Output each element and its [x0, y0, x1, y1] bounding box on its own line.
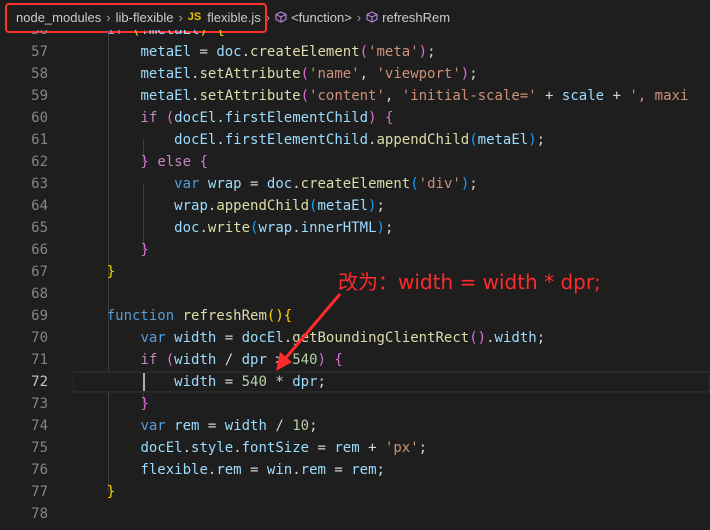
breadcrumb-folder-node-modules[interactable]: node_modules	[16, 10, 101, 25]
line-number: 70	[31, 330, 48, 346]
line-number: 57	[31, 44, 48, 60]
code-line[interactable]: 56 if (!metaEl) {	[0, 30, 710, 41]
line-number: 58	[31, 66, 48, 82]
code-line[interactable]: 77 }	[0, 481, 710, 503]
code-line[interactable]: 69 function refreshRem(){	[0, 305, 710, 327]
code-line[interactable]: 63 var wrap = doc.createElement('div');	[0, 173, 710, 195]
line-number: 73	[31, 396, 48, 412]
code-line[interactable]: 64 wrap.appendChild(metaEl);	[0, 195, 710, 217]
chevron-right-icon: ›	[178, 9, 183, 25]
line-number: 71	[31, 352, 48, 368]
code-line[interactable]: 71 if (width / dpr > 540) {	[0, 349, 710, 371]
breadcrumb-scope-refreshrem[interactable]: refreshRem	[366, 10, 450, 25]
code-text: var rem = width / 10;	[140, 418, 318, 434]
code-line[interactable]: 65 doc.write(wrap.innerHTML);	[0, 217, 710, 239]
line-number: 66	[31, 242, 48, 258]
code-text: }	[140, 396, 149, 412]
code-line[interactable]: 61 docEl.firstElementChild.appendChild(m…	[0, 129, 710, 151]
code-text: metaEl.setAttribute('name', 'viewport');	[140, 66, 478, 82]
line-number: 67	[31, 264, 48, 280]
code-line[interactable]: 59 metaEl.setAttribute('content', 'initi…	[0, 85, 710, 107]
line-number: 59	[31, 88, 48, 104]
javascript-file-icon: JS	[187, 11, 202, 23]
line-number: 72	[31, 374, 48, 390]
code-line[interactable]: 75 docEl.style.fontSize = rem + 'px';	[0, 437, 710, 459]
code-text: doc.write(wrap.innerHTML);	[174, 220, 394, 236]
code-text: }	[106, 264, 116, 280]
chevron-right-icon: ›	[106, 9, 111, 25]
code-text: wrap.appendChild(metaEl);	[174, 198, 385, 214]
code-text: metaEl = doc.createElement('meta');	[140, 44, 436, 60]
symbol-method-icon	[366, 11, 378, 23]
line-number: 64	[31, 198, 48, 214]
line-number: 76	[31, 462, 48, 478]
line-number: 56	[31, 30, 48, 38]
line-number: 63	[31, 176, 48, 192]
breadcrumb-folder-lib-flexible[interactable]: lib-flexible	[116, 10, 174, 25]
breadcrumb-scope-refreshrem-label: refreshRem	[382, 9, 451, 25]
code-text: width = 540 * dpr;	[174, 374, 326, 390]
code-text: }	[140, 242, 149, 258]
code-text: if (width / dpr > 540) {	[140, 352, 343, 368]
code-line[interactable]: 76 flexible.rem = win.rem = rem;	[0, 459, 710, 481]
line-number: 68	[31, 286, 48, 302]
code-text: flexible.rem = win.rem = rem;	[140, 462, 385, 478]
breadcrumb-scope-function[interactable]: <function>	[275, 10, 352, 25]
breadcrumb: node_modules › lib-flexible › JS flexibl…	[0, 0, 710, 34]
code-text: }	[106, 484, 116, 500]
line-number: 75	[31, 440, 48, 456]
code-text: if (docEl.firstElementChild) {	[140, 110, 394, 126]
code-line[interactable]: 74 var rem = width / 10;	[0, 415, 710, 437]
chevron-right-icon: ›	[265, 9, 271, 25]
code-line[interactable]: 70 var width = docEl.getBoundingClientRe…	[0, 327, 710, 349]
line-number: 78	[31, 506, 48, 522]
text-cursor	[143, 373, 145, 391]
breadcrumb-file[interactable]: JS flexible.js	[188, 10, 261, 25]
annotation-text: 改为：width = width * dpr;	[338, 270, 601, 294]
breadcrumb-scope-function-label: <function>	[291, 9, 352, 25]
code-text: if (!metaEl) {	[106, 30, 225, 38]
code-line[interactable]: 73 }	[0, 393, 710, 415]
code-line[interactable]: 78	[0, 503, 710, 525]
line-number: 60	[31, 110, 48, 126]
line-number: 65	[31, 220, 48, 236]
symbol-method-icon	[275, 11, 287, 23]
chevron-right-icon: ›	[356, 9, 362, 25]
code-text: docEl.firstElementChild.appendChild(meta…	[174, 132, 546, 148]
line-number: 62	[31, 154, 48, 170]
code-text: function refreshRem(){	[106, 308, 293, 324]
code-text: var wrap = doc.createElement('div');	[174, 176, 478, 192]
breadcrumb-file-label: flexible.js	[207, 9, 261, 25]
code-line[interactable]: 57 metaEl = doc.createElement('meta');	[0, 41, 710, 63]
line-number: 61	[31, 132, 48, 148]
line-number: 77	[31, 484, 48, 500]
code-line-active[interactable]: 72 width = 540 * dpr;	[0, 371, 710, 393]
line-number: 74	[31, 418, 48, 434]
code-line[interactable]: 58 metaEl.setAttribute('name', 'viewport…	[0, 63, 710, 85]
code-text: metaEl.setAttribute('content', 'initial-…	[140, 88, 689, 104]
line-number: 69	[31, 308, 48, 324]
code-line[interactable]: 62 } else {	[0, 151, 710, 173]
code-line[interactable]: 66 }	[0, 239, 710, 261]
code-text: var width = docEl.getBoundingClientRect(…	[140, 330, 546, 346]
code-line[interactable]: 60 if (docEl.firstElementChild) {	[0, 107, 710, 129]
code-text: } else {	[140, 154, 208, 170]
code-text: docEl.style.fontSize = rem + 'px';	[140, 440, 428, 456]
